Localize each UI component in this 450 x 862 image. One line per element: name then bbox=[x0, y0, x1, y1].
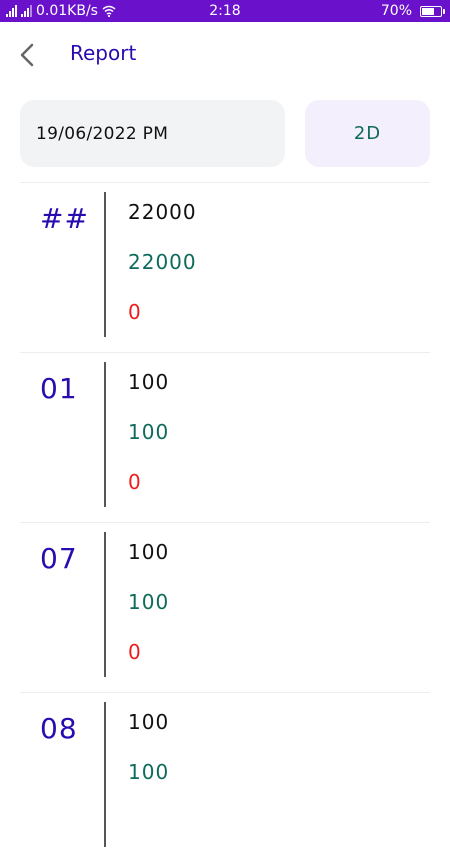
row-value-green: 100 bbox=[128, 420, 170, 444]
status-right: 70% bbox=[380, 3, 445, 19]
row-number: 07 bbox=[40, 542, 78, 575]
page-title: Report bbox=[70, 41, 137, 65]
row-separator bbox=[104, 362, 106, 507]
row-divider bbox=[20, 692, 430, 693]
row-value-total: 22000 bbox=[128, 200, 197, 224]
row-separator bbox=[104, 702, 106, 847]
back-arrow-icon[interactable] bbox=[14, 39, 42, 71]
battery-icon bbox=[420, 5, 445, 17]
row-value-total: 100 bbox=[128, 710, 170, 734]
date-selector[interactable]: 19/06/2022 PM bbox=[20, 100, 285, 167]
row-number: 08 bbox=[40, 712, 78, 745]
row-value-red: 0 bbox=[128, 640, 142, 664]
date-value: 19/06/2022 PM bbox=[36, 123, 169, 144]
row-number: ## bbox=[40, 202, 89, 235]
status-bar: 0.01KB/s 2:18 70% bbox=[0, 0, 450, 22]
report-row[interactable]: 08 100 100 bbox=[0, 692, 450, 862]
row-value-red: 0 bbox=[128, 300, 142, 324]
type-selector[interactable]: 2D bbox=[305, 100, 430, 167]
row-separator bbox=[104, 192, 106, 337]
report-row[interactable]: 01 100 100 0 bbox=[0, 352, 450, 522]
report-row[interactable]: 07 100 100 0 bbox=[0, 522, 450, 692]
app-bar: Report bbox=[0, 22, 450, 86]
battery-percent: 70% bbox=[380, 3, 412, 19]
row-value-total: 100 bbox=[128, 540, 170, 564]
row-value-total: 100 bbox=[128, 370, 170, 394]
row-value-green: 22000 bbox=[128, 250, 197, 274]
row-value-green: 100 bbox=[128, 590, 170, 614]
row-separator bbox=[104, 532, 106, 677]
row-divider bbox=[20, 182, 430, 183]
row-value-red: 0 bbox=[128, 470, 142, 494]
row-number: 01 bbox=[40, 372, 78, 405]
type-value: 2D bbox=[353, 123, 382, 144]
row-divider bbox=[20, 352, 430, 353]
row-value-green: 100 bbox=[128, 760, 170, 784]
row-divider bbox=[20, 522, 430, 523]
report-list: ## 22000 22000 0 01 100 100 0 07 100 100… bbox=[0, 182, 450, 862]
report-row[interactable]: ## 22000 22000 0 bbox=[0, 182, 450, 352]
